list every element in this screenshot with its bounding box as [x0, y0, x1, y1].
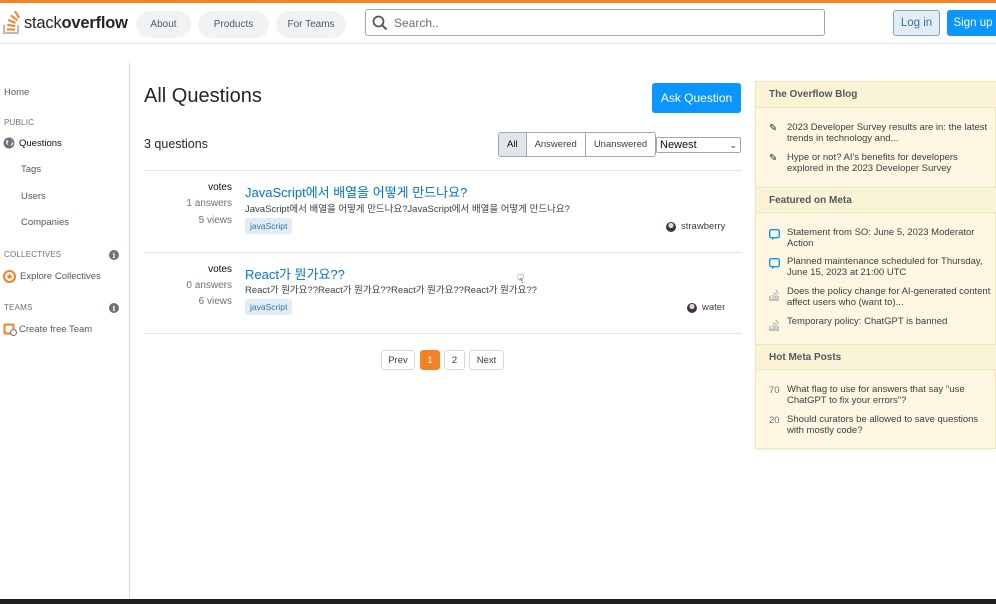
question-votes: votes — [208, 182, 232, 193]
filter-answered[interactable]: Answered — [527, 133, 586, 156]
sort-select[interactable]: Newest ⌄ — [656, 137, 741, 153]
sidebar-item-create-team[interactable]: Create free Team — [3, 323, 92, 336]
pagination-next[interactable]: Next — [469, 350, 504, 370]
question-title[interactable]: React가 뭔가요?? — [245, 264, 345, 283]
nav-about[interactable]: About — [136, 11, 191, 38]
divider — [144, 252, 742, 253]
avatar — [666, 221, 676, 232]
filter-tabs: All Answered Unanswered — [498, 132, 657, 157]
chat-bubble-icon — [769, 229, 780, 241]
question-views: 6 views — [198, 296, 232, 307]
sidebar-item-create-team-label: Create free Team — [19, 324, 93, 335]
blog-item[interactable]: 2023 Developer Survey results are in: th… — [787, 122, 992, 144]
meta-item[interactable]: Statement from SO: June 5, 2023 Moderato… — [787, 227, 992, 249]
question-answers: 1 answers — [186, 198, 232, 209]
blog-item[interactable]: Hype or not? AI's benefits for developer… — [787, 152, 992, 174]
divider — [144, 170, 742, 171]
collectives-icon — [3, 270, 16, 283]
pencil-icon: ✎ — [769, 123, 778, 134]
pencil-icon: ✎ — [769, 153, 778, 164]
sidebar-item-users[interactable]: Users — [21, 191, 46, 202]
chat-bubble-icon — [769, 258, 780, 270]
hot-item-score: 20 — [769, 415, 780, 426]
question-votes: votes — [208, 264, 232, 275]
sidebar-item-companies[interactable]: Companies — [21, 217, 69, 228]
divider — [144, 333, 742, 334]
stack-logo-icon — [769, 289, 779, 301]
meta-item[interactable]: Temporary policy: ChatGPT is banned — [787, 316, 992, 328]
question-views: 5 views — [198, 215, 232, 226]
signup-button[interactable]: Sign up — [947, 10, 996, 36]
stackoverflow-logo-icon — [3, 11, 20, 34]
pagination-page-2[interactable]: 2 — [444, 350, 465, 370]
filter-all[interactable]: All — [499, 133, 527, 156]
sidebar-item-questions[interactable]: Questions — [3, 137, 62, 149]
left-sidebar: Home PUBLIC Questions Tags Users Compani… — [0, 63, 130, 599]
ask-question-button[interactable]: Ask Question — [652, 83, 741, 113]
globe-icon — [3, 137, 15, 149]
nav-products[interactable]: Products — [198, 11, 269, 38]
search-box[interactable] — [365, 9, 825, 36]
collectives-info-icon[interactable]: i — [109, 250, 119, 260]
meta-item[interactable]: Planned maintenance scheduled for Thursd… — [787, 256, 992, 278]
avatar — [687, 302, 697, 313]
logo-text: stackoverflow — [24, 13, 128, 32]
blog-heading: The Overflow Blog — [756, 82, 996, 108]
search-input[interactable] — [394, 15, 794, 30]
right-sidebar: The Overflow Blog ✎ 2023 Developer Surve… — [755, 81, 996, 449]
chevron-down-icon: ⌄ — [729, 140, 737, 150]
question-user[interactable]: water — [687, 302, 725, 313]
sidebar-item-tags[interactable]: Tags — [21, 164, 41, 175]
top-bar: stackoverflow About Products For Teams L… — [0, 3, 996, 44]
question-tag[interactable]: javaScript — [245, 299, 293, 315]
sidebar-item-explore-collectives[interactable]: Explore Collectives — [3, 270, 101, 283]
question-count: 3 questions — [144, 137, 208, 151]
question-answers: 0 answers — [186, 280, 232, 291]
login-button[interactable]: Log in — [893, 10, 940, 36]
briefcase-icon — [3, 323, 17, 336]
hot-meta-heading: Hot Meta Posts — [756, 344, 996, 370]
nav-for-teams[interactable]: For Teams — [276, 11, 346, 38]
question-user[interactable]: strawberry — [666, 221, 725, 232]
question-title[interactable]: JavaScript에서 배열을 어떻게 만드나요? — [245, 182, 467, 201]
question-user-name: water — [702, 302, 726, 313]
question-excerpt: JavaScript에서 배열을 어떻게 만드나요?JavaScript에서 배… — [245, 204, 570, 215]
hot-item[interactable]: Should curators be allowed to save quest… — [787, 414, 992, 436]
search-icon — [372, 15, 388, 30]
stack-logo-icon — [769, 319, 779, 331]
sidebar-section-public: PUBLIC — [4, 118, 35, 127]
bottom-strip — [0, 599, 996, 604]
filter-unanswered[interactable]: Unanswered — [586, 133, 655, 156]
sidebar-item-explore-collectives-label: Explore Collectives — [20, 271, 101, 282]
sidebar-item-questions-label: Questions — [19, 137, 62, 149]
question-excerpt: React가 뭔가요??React가 뭔가요??React가 뭔가요??Reac… — [245, 285, 537, 296]
question-user-name: strawberry — [681, 221, 726, 232]
hot-item[interactable]: What flag to use for answers that say "u… — [787, 384, 992, 406]
question-tag[interactable]: javaScript — [245, 218, 293, 234]
meta-heading: Featured on Meta — [756, 187, 996, 213]
sidebar-item-home[interactable]: Home — [4, 87, 29, 98]
pagination-page-1[interactable]: 1 — [420, 350, 440, 370]
sidebar-section-teams: TEAMS — [4, 303, 33, 312]
hand-cursor-icon: ☟ — [517, 272, 525, 286]
sidebar-section-collectives: COLLECTIVES — [4, 250, 62, 259]
sort-select-value: Newest — [660, 139, 697, 151]
pagination-prev[interactable]: Prev — [381, 350, 415, 370]
meta-item[interactable]: Does the policy change for AI-generated … — [787, 286, 992, 308]
teams-info-icon[interactable]: i — [109, 303, 119, 313]
page-title: All Questions — [144, 85, 262, 107]
hot-item-score: 70 — [769, 385, 780, 396]
logo[interactable]: stackoverflow — [2, 10, 128, 36]
